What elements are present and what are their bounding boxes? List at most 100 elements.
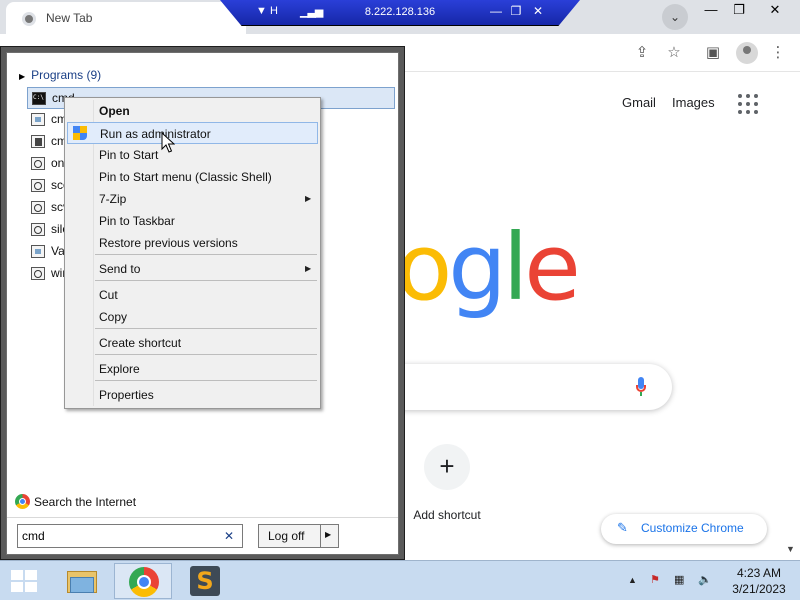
google-search-box[interactable] — [380, 364, 672, 410]
chrome-menu-icon[interactable]: ⋮ — [768, 43, 788, 63]
start-menu-divider — [7, 517, 398, 518]
share-icon[interactable]: ⇪ — [632, 43, 652, 63]
menu-item-label: Copy — [99, 310, 128, 324]
program-search-icon — [31, 223, 45, 236]
network-icon[interactable]: ▦ — [674, 573, 684, 586]
show-hidden-icons-arrow-icon[interactable]: ▲ — [628, 575, 637, 585]
menu-item-7-zip[interactable]: 7-Zip ▶ — [67, 188, 318, 210]
system-clock[interactable]: 4:23 AM 3/21/2023 — [726, 565, 792, 597]
submenu-arrow-icon: ▶ — [305, 194, 312, 203]
menu-separator — [95, 380, 317, 381]
action-center-flag-icon[interactable]: ⚑ — [650, 573, 660, 586]
menu-item-label: Pin to Start — [99, 148, 159, 162]
gmail-link[interactable]: Gmail — [622, 95, 656, 110]
menu-item-label: Explore — [99, 362, 140, 376]
taskbar-chrome[interactable] — [114, 563, 172, 599]
log-off-label: Log off — [268, 529, 305, 543]
google-logo-letter: g — [448, 214, 506, 321]
menu-item-pin-to-start-menu-classic-shell[interactable]: Pin to Start menu (Classic Shell) — [67, 166, 318, 188]
menu-item-pin-to-taskbar[interactable]: Pin to Taskbar — [67, 210, 318, 232]
clock-time: 4:23 AM — [736, 566, 782, 580]
profile-avatar-icon[interactable] — [736, 42, 758, 64]
menu-separator — [95, 280, 317, 281]
program-label: on — [51, 156, 65, 170]
google-apps-grid-icon[interactable] — [738, 94, 758, 114]
pencil-icon: ✎ — [617, 520, 628, 535]
tab-title: New Tab — [46, 11, 93, 25]
google-logo-letters: ogle — [396, 214, 581, 321]
programs-header-label: Programs (9) — [31, 68, 102, 82]
menu-item-properties[interactable]: Properties — [67, 384, 318, 406]
google-logo-letter: l — [502, 214, 528, 321]
start-search-box[interactable]: ✕ — [17, 524, 243, 548]
start-button[interactable] — [0, 561, 48, 600]
program-search-icon — [31, 179, 45, 192]
menu-item-open[interactable]: Open — [67, 100, 318, 122]
clear-search-close-icon[interactable]: ✕ — [224, 529, 234, 543]
menu-item-pin-to-start[interactable]: Pin to Start — [67, 144, 318, 166]
submenu-arrow-icon: ▶ — [305, 264, 312, 273]
scroll-down-arrow-icon[interactable]: ▼ — [786, 544, 795, 554]
programs-header[interactable]: ▶ Programs (9) — [19, 68, 101, 82]
collapse-triangle-icon: ▶ — [19, 72, 26, 81]
tab-search-chevron-down-icon[interactable]: ⌄ — [662, 4, 688, 30]
menu-item-label: Send to — [99, 262, 141, 276]
side-panel-icon[interactable]: ▣ — [703, 43, 723, 63]
shutdown-options-arrow-icon[interactable]: ▶ — [325, 530, 331, 539]
window-restore-button[interactable]: ❐ — [724, 0, 754, 22]
menu-item-label: Restore previous versions — [99, 236, 238, 250]
menu-item-label: Properties — [99, 388, 154, 402]
menu-item-label: 7-Zip — [99, 192, 127, 206]
menu-item-create-shortcut[interactable]: Create shortcut — [67, 332, 318, 354]
program-window-icon — [31, 113, 45, 126]
program-search-icon — [31, 201, 45, 214]
chrome-icon — [129, 567, 159, 597]
uac-shield-icon — [73, 126, 87, 141]
menu-item-cut[interactable]: Cut — [67, 284, 318, 306]
volume-icon[interactable]: 🔈 — [698, 573, 712, 586]
taskbar-s-app[interactable]: S — [176, 563, 234, 599]
menu-item-label: Create shortcut — [99, 336, 182, 350]
voice-search-mic-icon[interactable] — [636, 377, 646, 397]
menu-item-label: Cut — [99, 288, 118, 302]
add-shortcut-label[interactable]: Add shortcut — [392, 508, 502, 522]
customize-chrome-button[interactable]: ✎ Customize Chrome — [601, 514, 767, 544]
customize-chrome-label: Customize Chrome — [641, 521, 744, 535]
program-search-icon — [31, 157, 45, 170]
menu-item-label: Pin to Start menu (Classic Shell) — [99, 170, 272, 184]
start-search-input[interactable] — [22, 528, 212, 544]
program-search-icon — [31, 267, 45, 280]
bookmark-star-icon[interactable]: ☆ — [664, 43, 684, 63]
menu-item-label: Open — [99, 104, 130, 118]
file-explorer-icon — [67, 567, 97, 595]
images-link[interactable]: Images — [672, 95, 715, 110]
menu-item-label: Pin to Taskbar — [99, 214, 175, 228]
tab-new-tab[interactable]: New Tab — [6, 2, 246, 34]
menu-separator — [95, 354, 317, 355]
program-window-icon — [31, 245, 45, 258]
command-prompt-icon — [32, 92, 46, 105]
taskbar-file-explorer[interactable] — [52, 563, 110, 599]
windows-logo-icon — [11, 570, 37, 592]
log-off-button[interactable]: Log off ▶ — [258, 524, 339, 548]
menu-item-explore[interactable]: Explore — [67, 358, 318, 380]
menu-item-send-to[interactable]: Send to ▶ — [67, 258, 318, 280]
add-shortcut-plus-icon[interactable]: + — [424, 444, 470, 490]
menu-separator — [95, 328, 317, 329]
rdp-close-button[interactable]: ✕ — [530, 4, 546, 18]
menu-item-run-as-administrator[interactable]: Run as administrator — [67, 122, 318, 144]
context-menu: Open Run as administrator Pin to Start Pin … — [64, 97, 321, 409]
rdp-restore-button[interactable]: ❐ — [508, 4, 524, 18]
menu-item-label: Run as administrator — [100, 127, 211, 141]
log-off-separator — [320, 525, 321, 547]
window-close-button[interactable]: ✕ — [760, 0, 790, 22]
rdp-minimize-button[interactable]: — — [488, 4, 504, 18]
menu-separator — [95, 254, 317, 255]
menu-item-restore-previous-versions[interactable]: Restore previous versions — [67, 232, 318, 254]
chrome-favicon-icon — [22, 12, 36, 26]
menu-item-copy[interactable]: Copy — [67, 306, 318, 328]
search-the-internet-label: Search the Internet — [34, 495, 137, 509]
window-minimize-button[interactable]: — — [696, 0, 726, 22]
taskbar: S ▲ ⚑ ▦ 🔈 4:23 AM 3/21/2023 — [0, 560, 800, 600]
clock-date: 3/21/2023 — [732, 582, 786, 596]
